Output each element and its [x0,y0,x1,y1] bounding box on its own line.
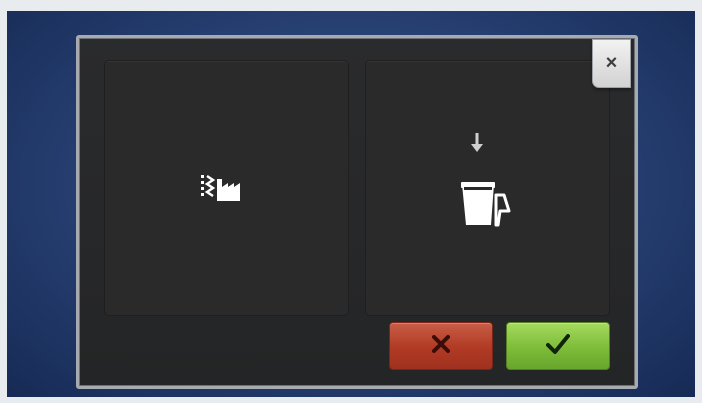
option-panel-left[interactable] [104,60,349,316]
cancel-button[interactable] [389,322,493,370]
option-panel-right[interactable] [365,60,610,316]
close-icon: × [605,52,618,74]
cross-icon [432,334,450,358]
down-arrow-icon [471,133,483,158]
screen-background: × [7,11,695,397]
confirm-button[interactable] [506,322,610,370]
dialog: × [76,35,638,389]
embroidery-factory-icon [200,173,250,208]
close-button[interactable]: × [592,39,631,88]
bobbin-case-icon [460,181,518,232]
check-icon [546,333,570,360]
